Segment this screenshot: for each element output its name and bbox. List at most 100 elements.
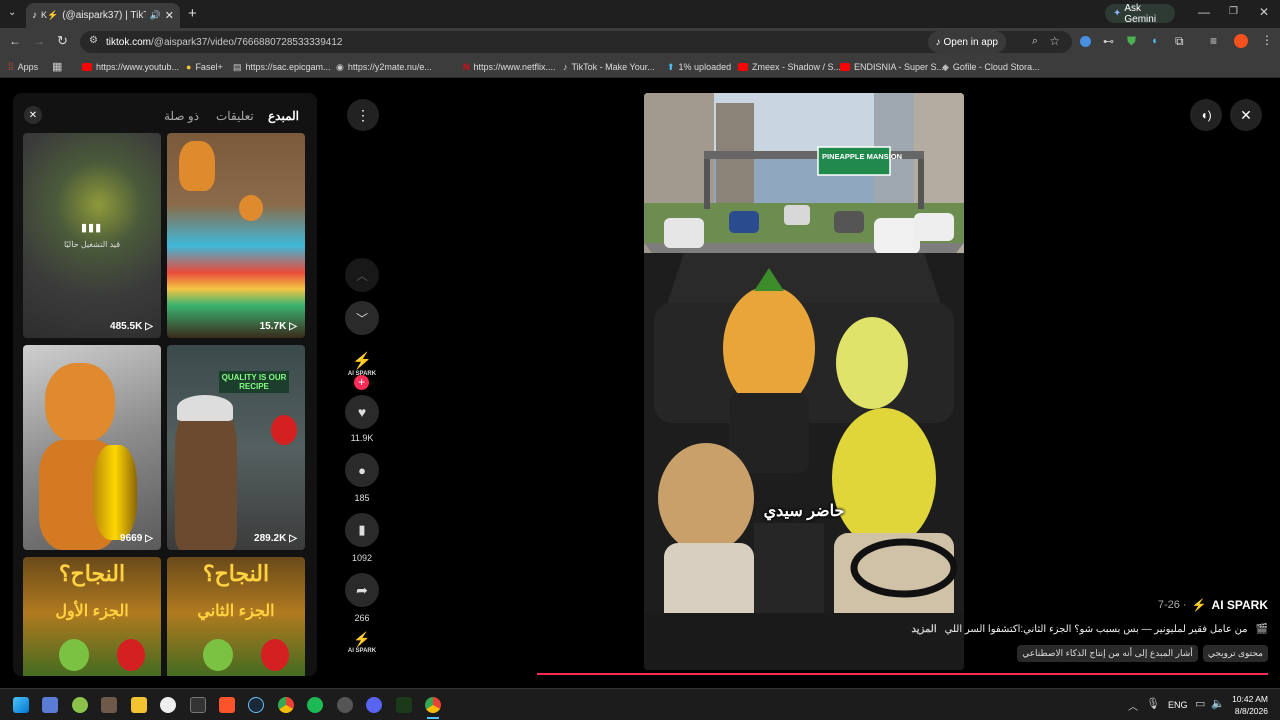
open-in-app-button[interactable]: ♪ Open in app bbox=[927, 31, 1006, 53]
save-button[interactable]: ▮ bbox=[345, 513, 379, 547]
bookmark-tiktok[interactable]: ♪ TikTok - Make Your... bbox=[563, 56, 655, 78]
tab-related[interactable]: ذو صلة bbox=[164, 109, 199, 123]
follow-plus-icon[interactable]: + bbox=[354, 375, 369, 390]
sound-avatar[interactable]: ⚡ AI SPARK bbox=[343, 631, 381, 654]
more-options-button[interactable]: ⋮ bbox=[347, 99, 379, 131]
video-thumbnail[interactable]: QUALITY IS OUR RECIPE 289.2K ▷ bbox=[167, 345, 305, 550]
tab-creator[interactable]: المبدع bbox=[268, 109, 299, 123]
epic-games-icon[interactable] bbox=[190, 697, 206, 713]
video-thumbnail[interactable]: النجاح؟ الجزء الثاني bbox=[167, 557, 305, 676]
bookmark-icon: ▮ bbox=[358, 522, 366, 537]
tab-groups-icon[interactable]: ▦ bbox=[52, 60, 62, 73]
youtube-icon bbox=[82, 63, 92, 71]
tab-audio-icon[interactable]: 🔊 bbox=[150, 10, 161, 21]
bookmark-y2mate[interactable]: ◉ https://y2mate.nu/e... bbox=[336, 56, 432, 78]
more-link[interactable]: المزيد bbox=[911, 624, 936, 635]
extension-1-icon[interactable] bbox=[1080, 36, 1091, 47]
window-close-icon[interactable]: ✕ bbox=[1259, 5, 1269, 19]
bookmark-epicgames[interactable]: ▤ https://sac.epicgam... bbox=[233, 56, 331, 78]
extension-audio-icon[interactable]: ◖ bbox=[1151, 35, 1158, 47]
video-thumbnail[interactable]: النجاح؟ الجزء الأول bbox=[23, 557, 161, 676]
browser-tab-tiktok[interactable]: ♪ K⚡ (@aispark37) | TikTok 🔊 ✕ bbox=[26, 3, 180, 28]
browser-menu-icon[interactable]: ⋮ bbox=[1261, 33, 1273, 47]
app-icon[interactable] bbox=[42, 697, 58, 713]
lightning-icon: ⚡ bbox=[1191, 598, 1207, 612]
video-thumbnail[interactable]: ▮▮▮ قيد التشغيل حاليًا 485.5K ▷ bbox=[23, 133, 161, 338]
app-icon[interactable] bbox=[101, 697, 117, 713]
active-app-indicator bbox=[427, 717, 439, 719]
bookmark-endisnia[interactable]: ENDISNIA - Super S... bbox=[840, 56, 944, 78]
share-button[interactable]: ➦ bbox=[345, 573, 379, 607]
panel-close-icon[interactable]: ✕ bbox=[24, 106, 42, 124]
steam-icon[interactable] bbox=[248, 697, 264, 713]
video-progress-bar[interactable] bbox=[537, 673, 1268, 675]
app-icon[interactable] bbox=[396, 697, 412, 713]
bookmark-gofile[interactable]: ◆ Gofile - Cloud Stora... bbox=[942, 56, 1039, 78]
video-thumbnail[interactable]: 15.7K ▷ bbox=[167, 133, 305, 338]
clock[interactable]: 10:42 AM 8/8/2026 bbox=[1228, 693, 1268, 717]
media-controls-icon[interactable]: ≡ bbox=[1210, 34, 1217, 48]
video-thumbnail[interactable]: 9669 ▷ bbox=[23, 345, 161, 550]
back-icon[interactable]: ← bbox=[9, 34, 21, 48]
bookmark-fasel[interactable]: ● Fasel+ bbox=[186, 56, 223, 78]
bookmark-netflix[interactable]: Nhttps://www.netflix.... bbox=[463, 56, 556, 78]
like-button[interactable]: ♥ bbox=[345, 395, 379, 429]
app-icon[interactable] bbox=[72, 697, 88, 713]
video-player[interactable]: PINEAPPLE MANSION حاضر سيدي bbox=[644, 93, 964, 670]
thumb-subtitle: الجزء الثاني bbox=[197, 603, 275, 620]
zoom-icon[interactable]: ⌕ bbox=[1032, 35, 1038, 48]
file-explorer-icon[interactable] bbox=[131, 697, 147, 713]
tab-comments[interactable]: تعليقات bbox=[216, 109, 254, 123]
forward-icon[interactable]: → bbox=[33, 34, 45, 48]
browser-tab-strip: ⌄ ♪ K⚡ (@aispark37) | TikTok 🔊 ✕ + ✦Ask … bbox=[0, 0, 1280, 28]
creator-avatar[interactable]: ⚡ AI SPARK + bbox=[343, 351, 381, 390]
discord-icon[interactable] bbox=[366, 697, 382, 713]
factory-sign: QUALITY IS OUR RECIPE bbox=[219, 371, 289, 393]
ask-gemini-button[interactable]: ✦ Ask Gemini bbox=[1105, 3, 1175, 25]
bookmark-upload[interactable]: ⬆ 1% uploaded bbox=[667, 56, 731, 78]
language-indicator[interactable]: ENG bbox=[1168, 700, 1188, 710]
tray-chevron-icon[interactable]: ︿ bbox=[1128, 698, 1138, 713]
chrome-icon[interactable] bbox=[425, 697, 441, 713]
network-icon[interactable]: ▭ bbox=[1195, 697, 1205, 710]
extension-shield-icon[interactable]: ⛊ bbox=[1127, 34, 1136, 49]
ai-generated-tag[interactable]: أشار المبدع إلى أنه من إنتاج الذكاء الاص… bbox=[1017, 645, 1198, 662]
restore-icon[interactable]: ❐ bbox=[1229, 6, 1238, 17]
extension-2-icon[interactable]: ⊷ bbox=[1103, 35, 1114, 48]
next-video-button[interactable]: ﹀ bbox=[345, 301, 379, 335]
bookmark-youtube[interactable]: https://www.youtub... bbox=[82, 56, 179, 78]
close-video-button[interactable]: ✕ bbox=[1230, 99, 1262, 131]
previous-video-button[interactable]: ︿ bbox=[345, 258, 379, 292]
reload-icon[interactable]: ↻ bbox=[57, 33, 68, 49]
author-name[interactable]: AI SPARK bbox=[1212, 598, 1268, 612]
clock-date: 8/8/2026 bbox=[1234, 706, 1268, 716]
microphone-icon[interactable]: 🎙 bbox=[1146, 697, 1160, 710]
brave-icon[interactable] bbox=[219, 697, 235, 713]
minimize-icon[interactable]: — bbox=[1198, 5, 1210, 19]
new-tab-icon[interactable]: + bbox=[188, 5, 197, 22]
start-windows-icon[interactable] bbox=[13, 697, 29, 713]
tiktok-favicon-icon: ♪ bbox=[32, 10, 37, 21]
mute-button[interactable]: ◖) bbox=[1190, 99, 1222, 131]
volume-icon[interactable]: 🔈 bbox=[1211, 697, 1225, 710]
comment-button[interactable]: ● bbox=[345, 453, 379, 487]
url-field[interactable]: ⚙ tiktok.com /@aispark37/video/766688072… bbox=[80, 31, 1072, 53]
app-icon[interactable] bbox=[337, 697, 353, 713]
chrome-icon[interactable] bbox=[278, 697, 294, 713]
thumb-title: النجاح؟ bbox=[202, 561, 270, 586]
comment-bubble-icon: ● bbox=[358, 462, 366, 478]
bookmark-apps[interactable]: ⁞⁞ Apps bbox=[8, 56, 38, 78]
profile-avatar[interactable] bbox=[1234, 34, 1248, 48]
bookmarks-bar: ⁞⁞ Apps ▦ https://www.youtub... ● Fasel+ ▤… bbox=[0, 56, 1280, 78]
tab-list-chevron-icon[interactable]: ⌄ bbox=[8, 7, 16, 18]
bookmark-star-icon[interactable]: ☆ bbox=[1049, 34, 1060, 48]
extensions-puzzle-icon[interactable]: ⧉ bbox=[1175, 34, 1184, 49]
clock-app-icon[interactable] bbox=[160, 697, 176, 713]
spotify-icon[interactable] bbox=[307, 697, 323, 713]
bookmark-zmeex[interactable]: Zmeex - Shadow / S... bbox=[738, 56, 841, 78]
site-info-icon[interactable]: ⚙ bbox=[89, 35, 98, 46]
tab-close-icon[interactable]: ✕ bbox=[165, 9, 174, 22]
view-count-value: 289.2K bbox=[254, 533, 287, 544]
promo-tag[interactable]: محتوى ترويجي bbox=[1202, 645, 1268, 662]
bookmark-label: https://y2mate.nu/e... bbox=[347, 62, 432, 72]
